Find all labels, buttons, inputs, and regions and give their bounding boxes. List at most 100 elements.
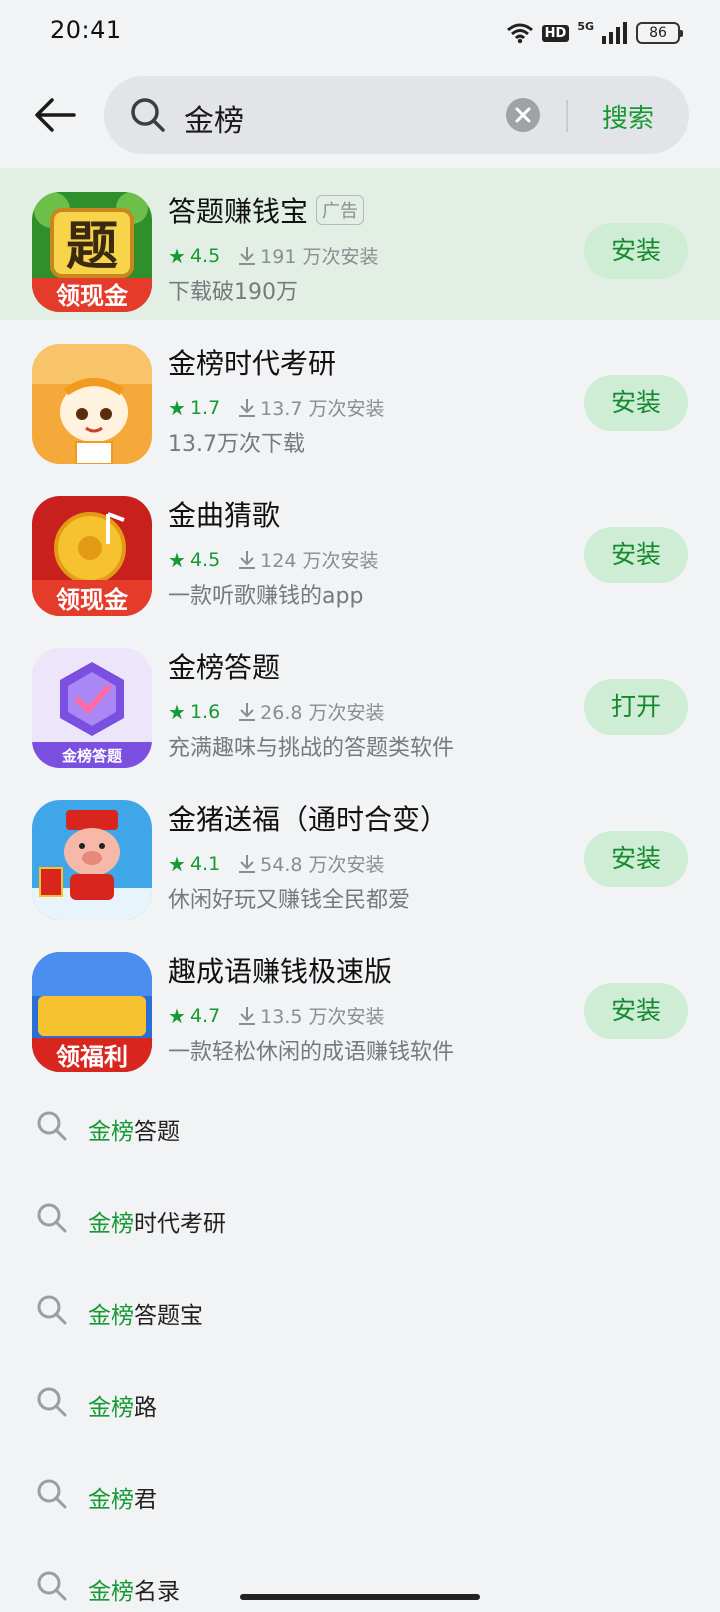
star-icon: ★ <box>168 395 186 420</box>
search-icon <box>37 1387 67 1417</box>
suggestion-text: 金榜路 <box>88 1388 157 1422</box>
app-rating: 1.6 <box>189 700 221 723</box>
ad-badge: 广告 <box>316 195 365 225</box>
download-icon <box>239 246 256 265</box>
app-icon-quchengyu[interactable]: 领福利 <box>32 952 152 1072</box>
app-installs: 191 万次安装 <box>260 246 379 268</box>
app-rating: 4.7 <box>189 1004 221 1027</box>
search-submit-button[interactable]: 搜索 <box>602 98 654 135</box>
app-icon-jinbangdati[interactable]: 金榜答题 <box>32 648 152 768</box>
app-rating: 1.7 <box>189 396 221 419</box>
app-icon-jinbangshidai[interactable] <box>32 344 152 464</box>
search-icon <box>37 1295 67 1325</box>
search-header: 金榜 搜索 <box>0 74 720 154</box>
app-installs: 13.7 万次安装 <box>260 398 385 420</box>
app-description: 一款轻松休闲的成语赚钱软件 <box>168 1040 455 1065</box>
app-result-item[interactable]: 金榜时代考研 ★ 1.7 13.7 万次安装 13.7万次下载 安装 <box>0 320 720 472</box>
network-type: 5G <box>577 19 594 33</box>
app-icon-jinzhusongfu[interactable] <box>32 800 152 920</box>
suggestion-text: 金榜答题 <box>88 1112 180 1146</box>
app-installs: 54.8 万次安装 <box>260 854 385 876</box>
app-result-item[interactable]: 领福利 趣成语赚钱极速版 ★ 4.7 13.5 万次安装 一款轻松休闲的成语赚钱… <box>0 928 720 1080</box>
download-icon <box>239 398 256 417</box>
app-name: 金曲猜歌 <box>168 499 281 532</box>
search-icon <box>37 1111 67 1141</box>
search-icon <box>37 1479 67 1509</box>
download-icon <box>239 702 256 721</box>
suggestion-rest: 答题 <box>134 1119 180 1145</box>
search-suggestion[interactable]: 金榜君 <box>0 1450 720 1542</box>
app-result-item[interactable]: 领现金 金曲猜歌 ★ 4.5 124 万次安装 一款听歌赚钱的app 安装 <box>0 472 720 624</box>
search-icon <box>37 1203 67 1233</box>
install-button[interactable]: 安装 <box>584 527 688 583</box>
app-icon-caption: 领现金 <box>56 586 129 614</box>
app-rating: 4.5 <box>189 548 221 571</box>
signal-icon <box>602 22 627 44</box>
app-icon-caption: 金榜答题 <box>61 747 123 765</box>
app-result-item[interactable]: 题 领现金 答题赚钱宝 广告 ★ 4.5 191 万次安装 下载破190万 安装 <box>0 168 720 320</box>
app-name: 答题赚钱宝 广告 <box>168 190 365 230</box>
app-icon-caption: 领现金 <box>56 282 129 310</box>
install-button[interactable]: 安装 <box>584 375 688 431</box>
app-result-item[interactable]: 金榜答题 金榜答题 ★ 1.6 26.8 万次安装 充满趣味与挑战的答题类软件 … <box>0 624 720 776</box>
battery-level: 86 <box>649 25 667 41</box>
suggestion-text: 金榜时代考研 <box>88 1204 226 1238</box>
suggestion-text: 金榜名录 <box>88 1572 180 1606</box>
search-icon <box>131 98 165 132</box>
app-icon-caption: 领福利 <box>56 1043 128 1071</box>
app-description: 13.7万次下载 <box>168 432 305 457</box>
search-input[interactable]: 金榜 <box>184 96 244 140</box>
search-suggestion[interactable]: 金榜答题 <box>0 1082 720 1174</box>
install-button[interactable]: 安装 <box>584 983 688 1039</box>
app-installs: 13.5 万次安装 <box>260 1006 385 1028</box>
svg-text:题: 题 <box>66 217 118 277</box>
app-name: 金猪送福（通时合变） <box>168 803 449 836</box>
app-installs: 124 万次安装 <box>260 550 379 572</box>
install-button[interactable]: 安装 <box>584 223 688 279</box>
app-meta: ★ 4.1 54.8 万次安装 <box>168 850 385 877</box>
app-description: 一款听歌赚钱的app <box>168 584 364 609</box>
open-button[interactable]: 打开 <box>584 679 688 735</box>
suggestion-highlight: 金榜 <box>88 1487 134 1513</box>
search-divider <box>566 100 568 132</box>
app-icon-jinqucaige[interactable]: 领现金 <box>32 496 152 616</box>
back-button[interactable] <box>30 90 80 140</box>
star-icon: ★ <box>168 851 186 876</box>
app-installs: 26.8 万次安装 <box>260 702 385 724</box>
app-description: 下载破190万 <box>168 280 298 305</box>
battery-icon: 86 <box>636 22 683 44</box>
app-name: 金榜答题 <box>168 651 281 684</box>
suggestion-rest: 路 <box>134 1395 157 1421</box>
app-name-text: 答题赚钱宝 <box>168 195 309 228</box>
app-icon-datizhuanqianbao[interactable]: 题 领现金 <box>32 192 152 312</box>
search-suggestion[interactable]: 金榜答题宝 <box>0 1266 720 1358</box>
star-icon: ★ <box>168 699 186 724</box>
search-suggestion[interactable]: 金榜名录 <box>0 1542 720 1612</box>
suggestion-highlight: 金榜 <box>88 1303 134 1329</box>
status-icons: HD 5G 86 <box>506 18 683 48</box>
app-rating: 4.1 <box>189 852 221 875</box>
app-name: 金榜时代考研 <box>168 347 337 380</box>
status-time: 20:41 <box>50 16 122 44</box>
search-suggestion[interactable]: 金榜时代考研 <box>0 1174 720 1266</box>
home-indicator[interactable] <box>240 1594 480 1600</box>
suggestion-highlight: 金榜 <box>88 1395 134 1421</box>
app-name: 趣成语赚钱极速版 <box>168 955 393 988</box>
app-meta: ★ 1.6 26.8 万次安装 <box>168 698 385 725</box>
suggestion-highlight: 金榜 <box>88 1119 134 1145</box>
search-bar[interactable]: 金榜 搜索 <box>104 76 689 154</box>
suggestion-rest: 君 <box>134 1487 157 1513</box>
install-button[interactable]: 安装 <box>584 831 688 887</box>
star-icon: ★ <box>168 243 186 268</box>
clear-search-button[interactable] <box>506 98 540 132</box>
app-description: 休闲好玩又赚钱全民都爱 <box>168 888 411 913</box>
app-result-item[interactable]: 金猪送福（通时合变） ★ 4.1 54.8 万次安装 休闲好玩又赚钱全民都爱 安… <box>0 776 720 928</box>
app-meta: ★ 4.5 191 万次安装 <box>168 242 378 269</box>
suggestion-rest: 名录 <box>134 1579 180 1605</box>
suggestion-text: 金榜君 <box>88 1480 157 1514</box>
download-icon <box>239 550 256 569</box>
close-icon <box>515 107 531 123</box>
app-meta: ★ 4.5 124 万次安装 <box>168 546 378 573</box>
back-arrow-icon <box>35 98 76 132</box>
search-suggestion[interactable]: 金榜路 <box>0 1358 720 1450</box>
